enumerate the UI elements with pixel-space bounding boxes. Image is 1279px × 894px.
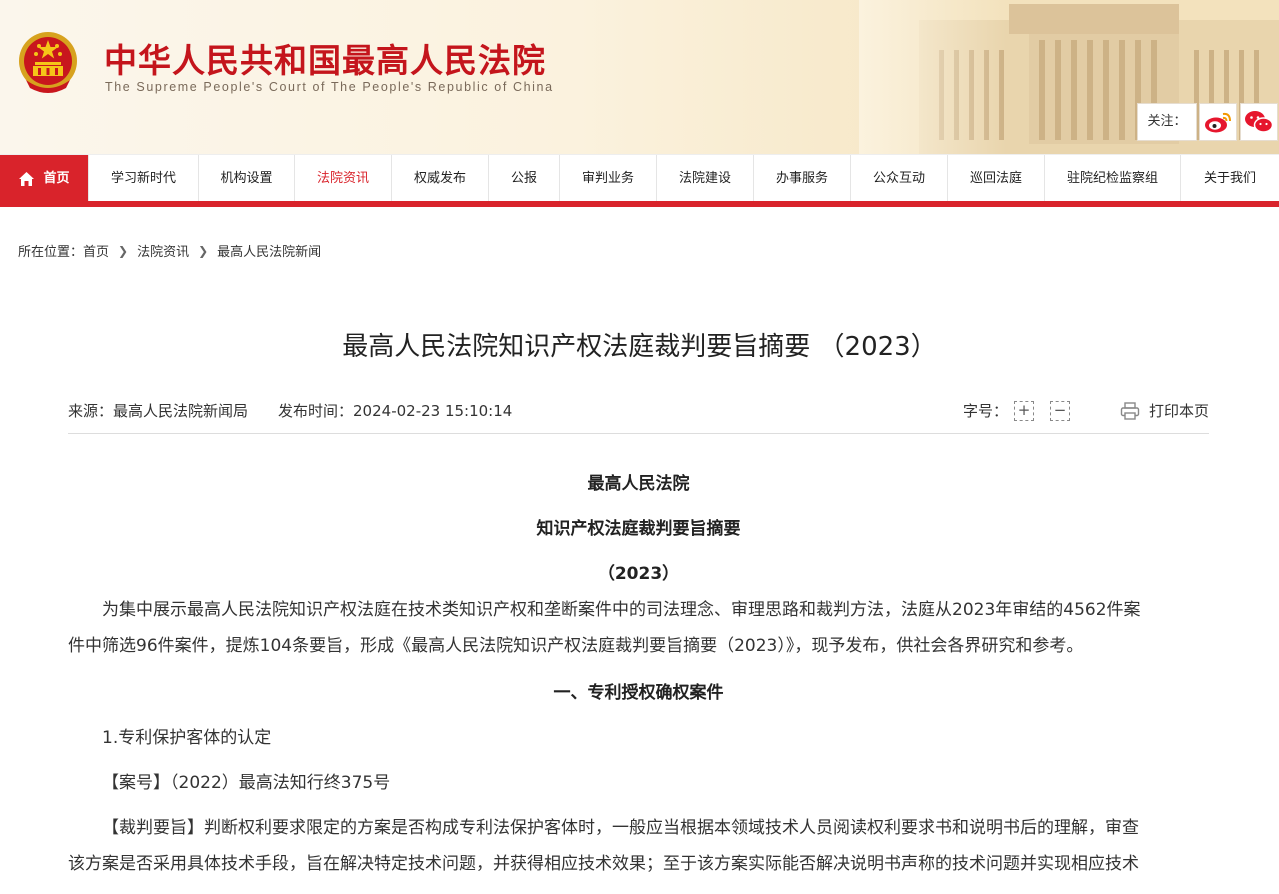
nav-circuit-court[interactable]: 巡回法庭 — [948, 155, 1045, 202]
case-number: 【案号】（2022）最高法知行终375号 — [102, 773, 391, 793]
gist-line-1: 【裁判要旨】判断权利要求限定的方案是否构成专利法保护客体时，一般应当根据本领域技… — [102, 818, 1139, 838]
nav-public-interaction[interactable]: 公众互动 — [851, 155, 948, 202]
follow-label: 关注： — [1137, 103, 1197, 141]
body-heading-court: 最高人民法院 — [587, 474, 690, 494]
article-title: 最高人民法院知识产权法庭裁判要旨摘要 （2023） — [342, 332, 937, 362]
article-publish-time: 发布时间：2024-02-23 15:10:14 — [278, 402, 513, 420]
nav-underline-bar — [0, 201, 1279, 207]
home-icon — [19, 171, 35, 186]
nav-trial-business[interactable]: 审判业务 — [560, 155, 657, 202]
printer-icon — [1120, 401, 1140, 420]
main-nav: 首页 学习新时代 机构设置 法院资讯 权威发布 公报 审判业务 法院建设 办事服… — [0, 154, 1279, 202]
breadcrumb-prefix: 所在位置： — [18, 245, 84, 260]
nav-discipline-inspection[interactable]: 驻院纪检监察组 — [1045, 155, 1181, 202]
nav-about-us[interactable]: 关于我们 — [1181, 155, 1279, 202]
article-source: 来源：最高人民法院新闻局 — [68, 402, 249, 420]
breadcrumb-spc-news[interactable]: 最高人民法院新闻 — [217, 241, 321, 260]
site-subtitle: The Supreme People's Court of The People… — [105, 80, 554, 94]
nav-authoritative-release[interactable]: 权威发布 — [392, 155, 489, 202]
font-increase-button[interactable]: + — [1013, 400, 1034, 421]
item-heading-patent-subject: 1.专利保护客体的认定 — [102, 728, 272, 748]
section-heading-patent: 一、专利授权确权案件 — [553, 683, 724, 703]
article-meta: 来源：最高人民法院新闻局 发布时间：2024-02-23 15:10:14 字号：… — [68, 400, 1209, 434]
breadcrumb: 所在位置： 首页 ❯ 法院资讯 ❯ 最高人民法院新闻 — [18, 241, 321, 261]
nav-services[interactable]: 办事服务 — [754, 155, 851, 202]
site-header: 中华人民共和国最高人民法院 The Supreme People's Court… — [0, 0, 1279, 154]
site-title: 中华人民共和国最高人民法院 — [104, 41, 546, 80]
wechat-icon — [1245, 111, 1274, 133]
weibo-button[interactable] — [1199, 103, 1237, 141]
gist-line-2: 该方案是否采用具体技术手段，旨在解决特定技术问题，并获得相应技术效果；至于该方案… — [68, 854, 1139, 874]
intro-line-1: 为集中展示最高人民法院知识产权法庭在技术类知识产权和垄断案件中的司法理念、审理思… — [102, 600, 1141, 620]
weibo-icon — [1205, 112, 1231, 133]
article-body: 最高人民法院 知识产权法庭裁判要旨摘要 （2023） 为集中展示最高人民法院知识… — [68, 470, 1209, 878]
wechat-button[interactable] — [1240, 103, 1278, 141]
chevron-right-icon: ❯ — [198, 243, 209, 258]
breadcrumb-court-news[interactable]: 法院资讯 — [137, 241, 189, 260]
body-heading-summary: 知识产权法庭裁判要旨摘要 — [536, 519, 741, 539]
nav-gazette[interactable]: 公报 — [489, 155, 560, 202]
nav-court-news[interactable]: 法院资讯 — [295, 155, 392, 202]
breadcrumb-home[interactable]: 首页 — [83, 241, 109, 260]
print-label: 打印本页 — [1148, 402, 1209, 420]
nav-court-construction[interactable]: 法院建设 — [657, 155, 754, 202]
nav-organization[interactable]: 机构设置 — [199, 155, 295, 202]
intro-line-2: 件中筛选96件案件，提炼104条要旨，形成《最高人民法院知识产权法庭裁判要旨摘要… — [68, 636, 1084, 656]
print-button[interactable]: 打印本页 — [1120, 400, 1209, 421]
font-size-label: 字号： — [962, 402, 1008, 420]
chevron-right-icon: ❯ — [118, 243, 129, 258]
national-emblem-logo — [19, 32, 77, 93]
body-heading-year: （2023） — [597, 564, 680, 584]
nav-home-label: 首页 — [43, 171, 70, 186]
font-decrease-button[interactable]: − — [1049, 400, 1070, 421]
nav-study[interactable]: 学习新时代 — [89, 155, 199, 202]
nav-home[interactable]: 首页 — [0, 155, 89, 202]
